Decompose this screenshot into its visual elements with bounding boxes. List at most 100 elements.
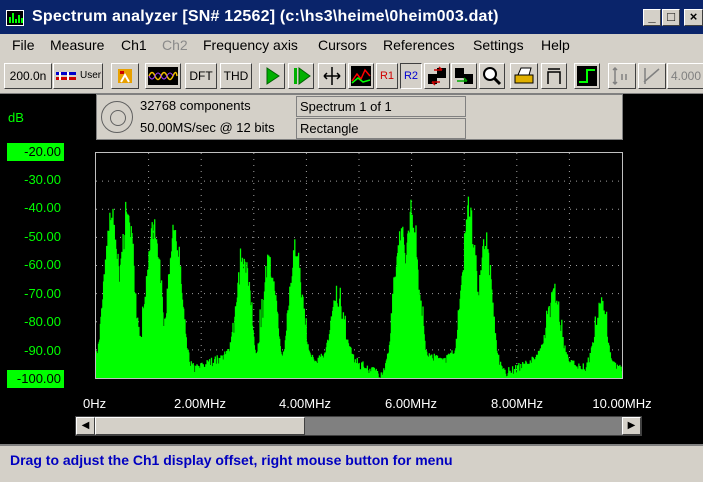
status-message: Drag to adjust the Ch1 display offset, r… <box>10 452 453 468</box>
spectrum-target-icon[interactable] <box>101 101 133 133</box>
x-tick-label: 6.00MHz <box>384 396 438 411</box>
x-tick-label: 10.00MHz <box>592 396 652 411</box>
zoom-fit-button[interactable] <box>638 63 666 89</box>
run-button[interactable] <box>259 63 285 89</box>
spectrum-trace <box>96 196 622 378</box>
bar-icon <box>547 68 561 84</box>
spectrum-peak-point <box>410 222 413 225</box>
menu-references[interactable]: References <box>383 37 455 53</box>
scroll-right-button[interactable]: ▶ <box>622 417 641 435</box>
window-function[interactable]: Rectangle <box>296 118 466 139</box>
x-tick-label: 0Hz <box>83 396 107 411</box>
spectrum-peak-point <box>468 216 471 219</box>
step-wave-icon <box>577 66 597 86</box>
y-tick-label: -30.00 <box>24 172 61 187</box>
sample-rate: 50.00MS/sec @ 12 bits <box>140 120 275 135</box>
window-title: Spectrum analyzer [SN# 12562] (c:\hs3\he… <box>32 8 499 25</box>
single-run-button[interactable] <box>288 63 314 89</box>
user-label: User <box>80 70 102 81</box>
zoom-reset-icon <box>612 66 627 86</box>
waveform-icon <box>148 67 178 85</box>
probe-icon <box>118 69 132 83</box>
left-arrow-icon: ◀ <box>81 420 90 431</box>
y-axis-unit: dB <box>8 110 24 125</box>
zoom-factor-field[interactable]: 4.000 <box>667 63 703 89</box>
components-count: 32768 components <box>140 98 251 113</box>
spectrum-peak-point <box>399 241 403 245</box>
trigger-button[interactable] <box>574 63 600 89</box>
x-tick-label: 2.00MHz <box>173 396 227 411</box>
timebase-button[interactable]: 200.0n <box>4 63 52 89</box>
y-tick-label: -40.00 <box>24 200 61 215</box>
menu-help[interactable]: Help <box>541 37 570 53</box>
y-tick-label: -80.00 <box>24 314 61 329</box>
spectrum-peak-point <box>152 230 156 233</box>
menu-bar: File Measure Ch1 Ch2 Frequency axis Curs… <box>0 34 703 58</box>
y-tick-label: -50.00 <box>24 229 61 244</box>
x-tick-label: 4.00MHz <box>278 396 332 411</box>
reference-2-button[interactable]: R2 <box>400 63 422 89</box>
status-bar: Drag to adjust the Ch1 display offset, r… <box>0 444 703 482</box>
channel-display-button[interactable] <box>348 63 374 89</box>
spectrum-plot[interactable] <box>95 152 623 379</box>
spectrum-peak-point <box>336 306 340 309</box>
waveform-button[interactable] <box>145 63 181 89</box>
spectrum-peak-point <box>242 264 245 267</box>
maximize-button[interactable]: □ <box>662 9 680 26</box>
minimize-button[interactable]: _ <box>643 9 661 26</box>
y-tick-label[interactable]: -20.00 <box>7 143 64 161</box>
x-tick-label: 8.00MHz <box>490 396 544 411</box>
menu-file[interactable]: File <box>12 37 35 53</box>
thd-button[interactable]: THD <box>220 63 252 89</box>
user-display-button[interactable]: User <box>53 63 103 89</box>
spectrum-peak-point <box>599 314 603 318</box>
toolbar: 200.0n User DFT THD R1 R2 4.000 <box>0 58 703 94</box>
horizontal-scrollbar[interactable]: ◀ ▶ <box>75 416 642 436</box>
spectrum-peak-point <box>268 269 271 273</box>
title-bar[interactable]: Spectrum analyzer [SN# 12562] (c:\hs3\he… <box>0 0 703 34</box>
import-button[interactable] <box>451 63 477 89</box>
display-mode-icon <box>56 72 76 80</box>
spectrum-peak-point <box>484 250 487 253</box>
spectrum-peak-point <box>552 306 555 309</box>
y-tick-label: -70.00 <box>24 286 61 301</box>
close-button[interactable]: × <box>684 9 703 26</box>
spectrum-svg <box>96 153 622 378</box>
probe-button[interactable] <box>111 63 139 89</box>
step-icon <box>294 67 311 85</box>
printer-icon <box>514 67 534 84</box>
dft-button[interactable]: DFT <box>185 63 217 89</box>
y-tick-label: -60.00 <box>24 257 61 272</box>
right-arrow-icon: ▶ <box>627 420 636 431</box>
transfer-icon <box>428 66 446 86</box>
auto-scale-button[interactable] <box>318 63 346 89</box>
diagonal-zoom-icon <box>643 68 660 84</box>
export-button[interactable] <box>424 63 450 89</box>
average-button[interactable] <box>541 63 567 89</box>
menu-ch2[interactable]: Ch2 <box>162 37 188 53</box>
menu-measure[interactable]: Measure <box>50 37 104 53</box>
spectrum-peak-point <box>173 241 177 245</box>
spectrum-app-icon <box>6 10 24 26</box>
scroll-left-button[interactable]: ◀ <box>76 417 95 435</box>
zoom-button[interactable] <box>479 63 505 89</box>
spectrum-peak-point <box>126 222 129 225</box>
spectrum-trace-line <box>96 196 622 378</box>
spectrum-info-panel: 32768 components 50.00MS/sec @ 12 bits S… <box>96 94 623 140</box>
magnifier-icon <box>483 67 502 86</box>
spectrum-index: Spectrum 1 of 1 <box>296 96 466 117</box>
spectrum-peak-point <box>110 227 113 231</box>
menu-settings[interactable]: Settings <box>473 37 524 53</box>
menu-cursors[interactable]: Cursors <box>318 37 367 53</box>
swap-icon <box>455 68 473 84</box>
menu-frequency-axis[interactable]: Frequency axis <box>203 37 298 53</box>
print-button[interactable] <box>510 63 538 89</box>
scale-arrows-icon <box>323 67 341 85</box>
graph-icon <box>351 66 371 86</box>
scroll-thumb[interactable] <box>95 417 305 435</box>
y-tick-label[interactable]: -100.00 <box>7 370 64 388</box>
y-tick-label: -90.00 <box>24 343 61 358</box>
menu-ch1[interactable]: Ch1 <box>121 37 147 53</box>
reference-1-button[interactable]: R1 <box>376 63 398 89</box>
zoom-1to1-button[interactable] <box>608 63 636 89</box>
